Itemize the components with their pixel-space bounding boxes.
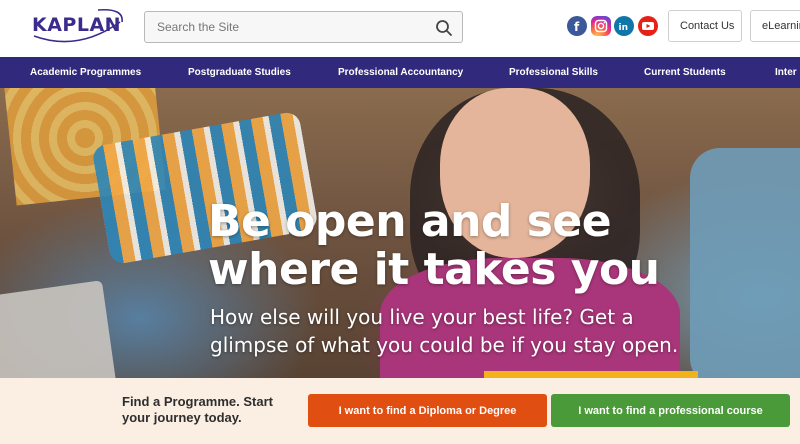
svg-text:f: f <box>574 20 580 34</box>
hero-accent-bar <box>484 371 698 378</box>
elearning-button[interactable]: eLearnin <box>750 10 800 42</box>
contact-us-button[interactable]: Contact Us <box>668 10 742 42</box>
find-programme-line-1: Find a Programme. Start <box>122 394 273 409</box>
nav-item-postgraduate-studies[interactable]: Postgraduate Studies <box>188 57 291 88</box>
search-box <box>144 11 463 43</box>
nav-item-current-students[interactable]: Current Students <box>644 57 726 88</box>
search-input[interactable] <box>145 12 415 42</box>
logo-text: KAPLAN <box>32 14 122 36</box>
hero-subtitle-line-1: How else will you live your best life? G… <box>210 305 634 329</box>
find-diploma-degree-button[interactable]: I want to find a Diploma or Degree <box>308 394 547 427</box>
nav-item-professional-skills[interactable]: Professional Skills <box>509 57 598 88</box>
hero-laptop-image <box>0 280 118 378</box>
kaplan-logo[interactable]: KAPLAN <box>28 8 126 44</box>
main-nav: Academic Programmes Postgraduate Studies… <box>0 57 800 88</box>
hero-title-line-2: where it takes you <box>208 244 660 295</box>
facebook-icon[interactable]: f <box>567 16 587 36</box>
search-icon[interactable] <box>435 19 453 37</box>
nav-item-professional-accountancy[interactable]: Professional Accountancy <box>338 57 463 88</box>
find-professional-course-button[interactable]: I want to find a professional course <box>551 394 790 427</box>
youtube-icon[interactable] <box>638 16 658 36</box>
svg-text:in: in <box>619 23 629 33</box>
instagram-icon[interactable] <box>591 16 611 36</box>
hero-subtitle: How else will you live your best life? G… <box>210 303 730 359</box>
find-programme-bar: Find a Programme. Start your journey tod… <box>0 378 800 444</box>
hero-banner: Be open and see where it takes you How e… <box>0 88 800 378</box>
hero-title: Be open and see where it takes you <box>208 198 768 294</box>
hero-subtitle-line-2: glimpse of what you could be if you stay… <box>210 333 679 357</box>
nav-item-academic-programmes[interactable]: Academic Programmes <box>30 57 141 88</box>
find-programme-text: Find a Programme. Start your journey tod… <box>122 394 302 426</box>
site-header: KAPLAN f in Contact Us eLearnin <box>0 0 800 57</box>
hero-title-line-1: Be open and see <box>208 196 612 247</box>
linkedin-icon[interactable]: in <box>614 16 634 36</box>
find-programme-line-2: your journey today. <box>122 410 242 425</box>
nav-item-international[interactable]: Inter <box>775 57 797 88</box>
